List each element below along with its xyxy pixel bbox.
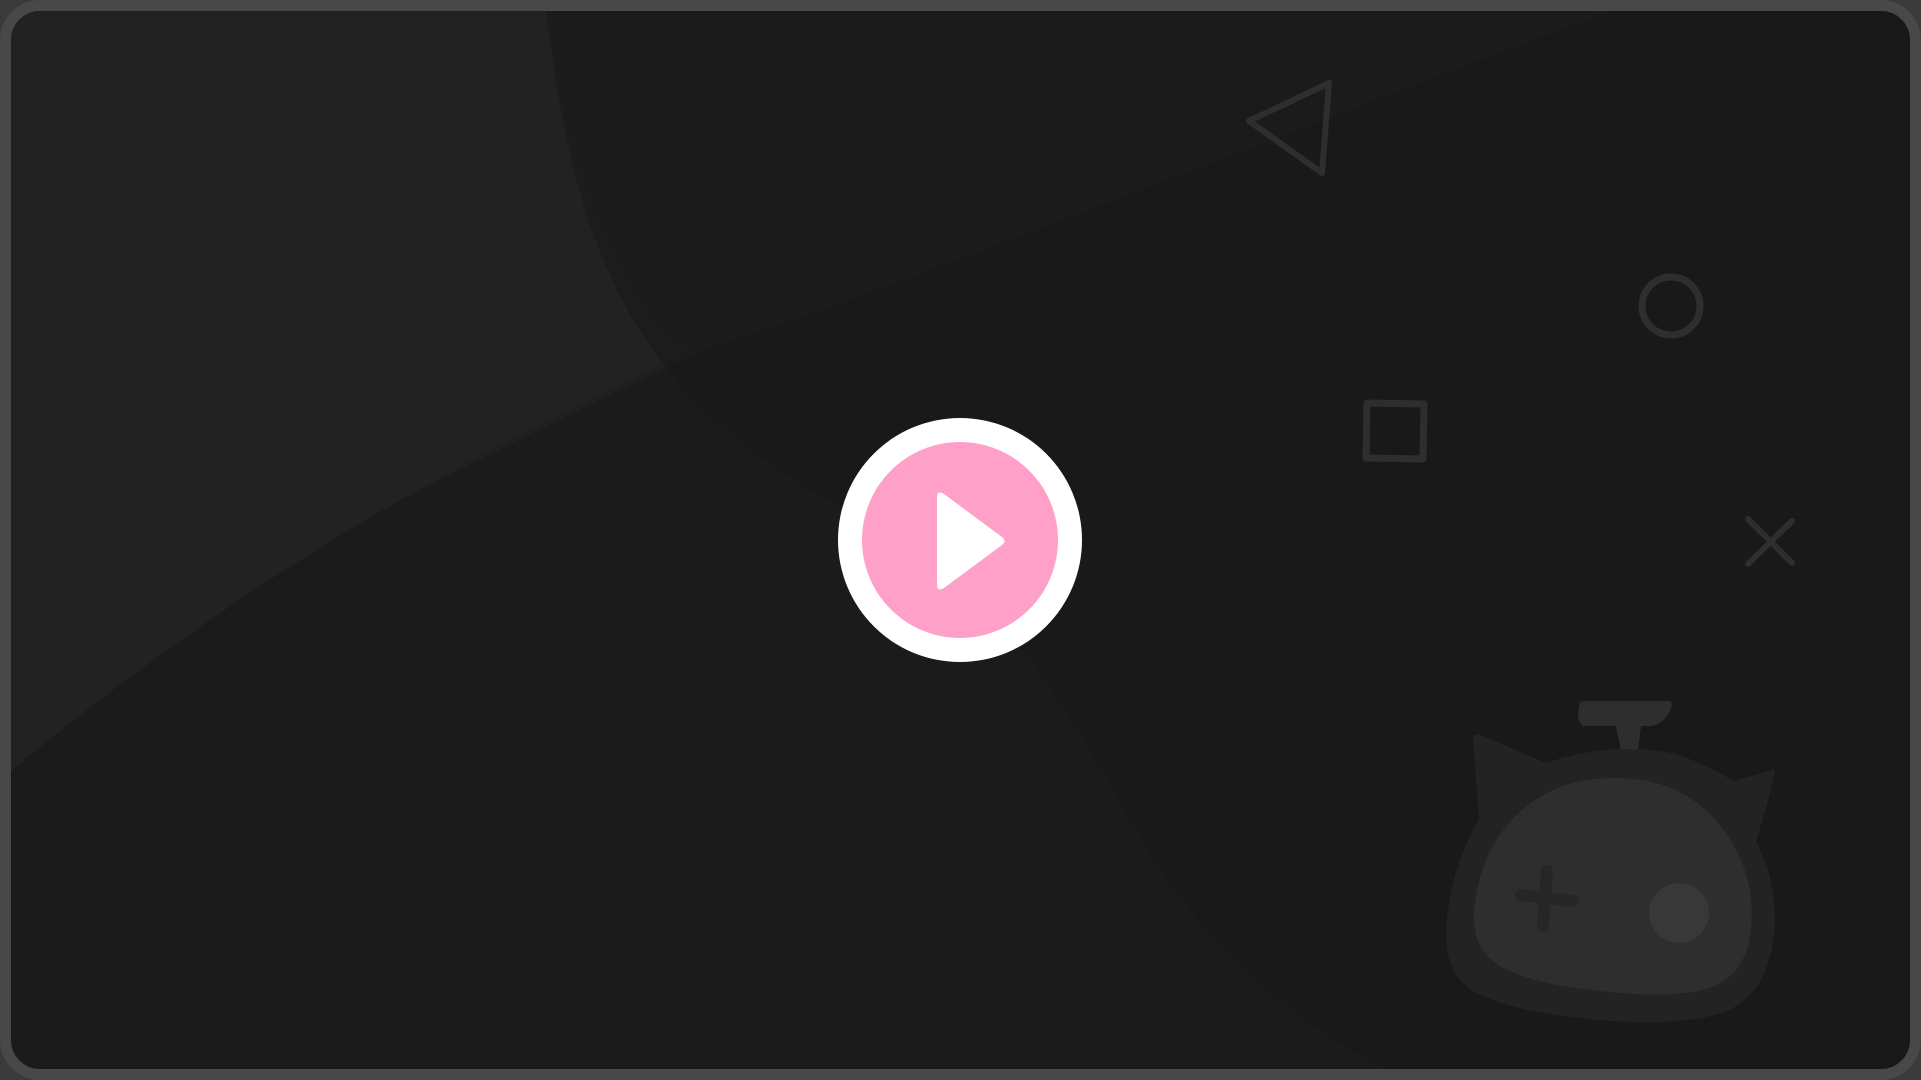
- play-icon: [937, 492, 1005, 590]
- play-button[interactable]: [838, 418, 1082, 662]
- play-button-fill: [862, 442, 1058, 638]
- game-video-frame: [0, 0, 1921, 1080]
